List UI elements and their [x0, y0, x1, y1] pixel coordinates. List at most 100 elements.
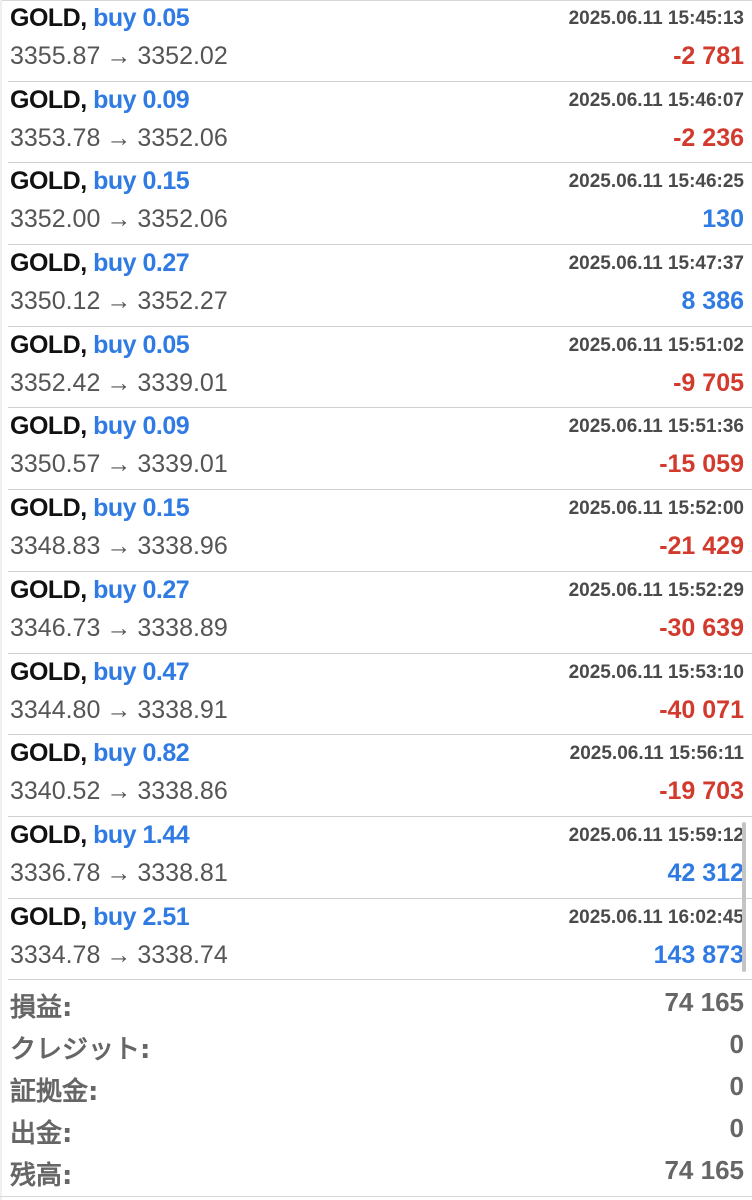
- trade-symbol: GOLD, buy 0.05: [10, 330, 190, 360]
- symbol-text: GOLD,: [10, 85, 87, 114]
- trade-profit: -21 429: [659, 532, 744, 561]
- trade-side-volume: buy 0.15: [93, 494, 190, 523]
- trade-side-volume: buy 2.51: [93, 902, 190, 931]
- margin-value: 0: [729, 1071, 744, 1101]
- trade-side-volume: buy 1.44: [93, 820, 190, 849]
- symbol-text: GOLD,: [10, 249, 87, 278]
- margin-label: 証拠金:: [10, 1077, 99, 1107]
- trade-row[interactable]: GOLD, buy 0.82 2025.06.11 15:56:11 3340.52…: [8, 735, 752, 817]
- close-price: 3352.27: [137, 287, 228, 316]
- open-price: 3346.73: [10, 613, 101, 642]
- symbol-text: GOLD,: [10, 494, 87, 523]
- trade-row[interactable]: GOLD, buy 0.15 2025.06.11 15:52:00 3348.83…: [8, 490, 752, 572]
- arrow-right-icon: →: [106, 42, 132, 70]
- trade-prices: 3334.78 → 3338.74: [10, 941, 228, 970]
- summary-row-margin: 証拠金: 0: [8, 1065, 744, 1107]
- close-price: 3352.06: [137, 205, 228, 234]
- trade-time: 2025.06.11 16:02:45: [568, 906, 744, 928]
- arrow-right-icon: →: [106, 777, 132, 806]
- trade-time: 2025.06.11 15:59:12: [568, 824, 744, 846]
- trade-side-volume: buy 0.47: [93, 657, 190, 686]
- trade-row[interactable]: GOLD, buy 0.05 2025.06.11 15:51:02 3352.42…: [8, 327, 752, 409]
- trade-prices: 3336.78 → 3338.81: [10, 859, 228, 888]
- trade-profit: 143 873: [653, 940, 744, 969]
- symbol-text: GOLD,: [10, 657, 87, 686]
- trade-time: 2025.06.11 15:45:13: [568, 8, 744, 29]
- trade-symbol: GOLD, buy 0.27: [10, 575, 190, 605]
- arrow-right-icon: →: [106, 287, 132, 316]
- open-price: 3336.78: [10, 858, 101, 887]
- credit-label: クレジット:: [10, 1035, 151, 1065]
- open-price: 3340.52: [10, 777, 101, 806]
- close-price: 3338.74: [137, 940, 228, 969]
- trade-side-volume: buy 0.15: [93, 167, 190, 196]
- trade-side-volume: buy 0.09: [93, 85, 190, 114]
- trade-prices: 3355.87 → 3352.02: [10, 42, 228, 71]
- account-summary: 損益: 74 165 クレジット: 0 証拠金: 0 出金: 0 残高: 74 …: [8, 981, 744, 1191]
- trade-symbol: GOLD, buy 0.15: [10, 167, 190, 196]
- withdrawal-label: 出金:: [10, 1119, 73, 1149]
- open-price: 3355.87: [10, 42, 101, 70]
- trade-time: 2025.06.11 15:51:02: [568, 334, 744, 356]
- arrow-right-icon: →: [106, 858, 132, 887]
- close-price: 3338.89: [137, 613, 228, 642]
- trade-prices: 3350.57 → 3339.01: [10, 450, 228, 479]
- open-price: 3352.00: [10, 205, 101, 234]
- open-price: 3350.57: [10, 450, 101, 479]
- close-price: 3338.86: [137, 777, 228, 806]
- arrow-right-icon: →: [106, 368, 132, 397]
- trade-symbol: GOLD, buy 0.82: [10, 739, 190, 768]
- profit-value: 74 165: [664, 987, 744, 1017]
- open-price: 3353.78: [10, 123, 101, 152]
- trade-row[interactable]: GOLD, buy 0.27 2025.06.11 15:52:29 3346.73…: [8, 572, 752, 654]
- trade-row[interactable]: GOLD, buy 0.09 2025.06.11 15:46:07 3353.78…: [8, 82, 752, 164]
- trade-time: 2025.06.11 15:52:29: [568, 579, 744, 601]
- trade-profit: -19 703: [659, 777, 744, 806]
- trade-side-volume: buy 0.09: [93, 412, 190, 441]
- scrollbar[interactable]: [742, 822, 746, 972]
- bottom-divider: [0, 1196, 752, 1197]
- trade-row[interactable]: GOLD, buy 0.47 2025.06.11 15:53:10 3344.80…: [8, 654, 752, 736]
- profit-label: 損益:: [10, 993, 73, 1023]
- symbol-text: GOLD,: [10, 330, 87, 359]
- trade-row[interactable]: GOLD, buy 0.15 2025.06.11 15:46:25 3352.00…: [8, 163, 752, 246]
- trade-history-list: GOLD, buy 0.05 2025.06.11 15:45:13 3355.87…: [0, 0, 752, 981]
- close-price: 3352.02: [137, 42, 228, 70]
- trade-profit: 42 312: [667, 858, 744, 887]
- trade-time: 2025.06.11 15:47:37: [568, 253, 744, 275]
- trade-row[interactable]: GOLD, buy 2.51 2025.06.11 16:02:45 3334.78…: [8, 899, 752, 981]
- close-price: 3339.01: [137, 450, 228, 479]
- open-price: 3350.12: [10, 287, 101, 316]
- balance-value: 74 165: [664, 1155, 744, 1185]
- trade-symbol: GOLD, buy 0.47: [10, 657, 190, 687]
- trade-row[interactable]: GOLD, buy 1.44 2025.06.11 15:59:12 3336.78…: [8, 817, 752, 899]
- trade-symbol: GOLD, buy 0.09: [10, 412, 190, 441]
- trade-time: 2025.06.11 15:53:10: [568, 661, 744, 683]
- symbol-text: GOLD,: [10, 575, 87, 604]
- trade-time: 2025.06.11 15:46:07: [568, 89, 744, 111]
- symbol-text: GOLD,: [10, 902, 87, 931]
- trade-profit: 8 386: [681, 287, 744, 316]
- arrow-right-icon: →: [106, 940, 132, 969]
- trade-symbol: GOLD, buy 0.05: [10, 4, 190, 33]
- trade-prices: 3348.83 → 3338.96: [10, 532, 228, 561]
- trade-prices: 3352.00 → 3352.06: [10, 205, 228, 234]
- open-price: 3344.80: [10, 695, 101, 724]
- trade-prices: 3344.80 → 3338.91: [10, 696, 228, 725]
- trade-profit: -15 059: [659, 450, 744, 479]
- credit-value: 0: [729, 1029, 744, 1059]
- close-price: 3338.81: [137, 858, 228, 887]
- trade-row[interactable]: GOLD, buy 0.27 2025.06.11 15:47:37 3350.12…: [8, 245, 752, 327]
- trade-time: 2025.06.11 15:56:11: [569, 743, 744, 765]
- summary-row-profit: 損益: 74 165: [8, 981, 744, 1023]
- arrow-right-icon: →: [106, 532, 132, 561]
- symbol-text: GOLD,: [10, 739, 87, 768]
- trade-row[interactable]: GOLD, buy 0.09 2025.06.11 15:51:36 3350.57…: [8, 408, 752, 491]
- trade-time: 2025.06.11 15:51:36: [568, 416, 744, 438]
- arrow-right-icon: →: [106, 205, 132, 234]
- arrow-right-icon: →: [106, 123, 132, 152]
- trade-row[interactable]: GOLD, buy 0.05 2025.06.11 15:45:13 3355.87…: [8, 0, 752, 82]
- trade-prices: 3350.12 → 3352.27: [10, 287, 228, 316]
- symbol-text: GOLD,: [10, 167, 87, 196]
- trade-time: 2025.06.11 15:52:00: [568, 498, 744, 520]
